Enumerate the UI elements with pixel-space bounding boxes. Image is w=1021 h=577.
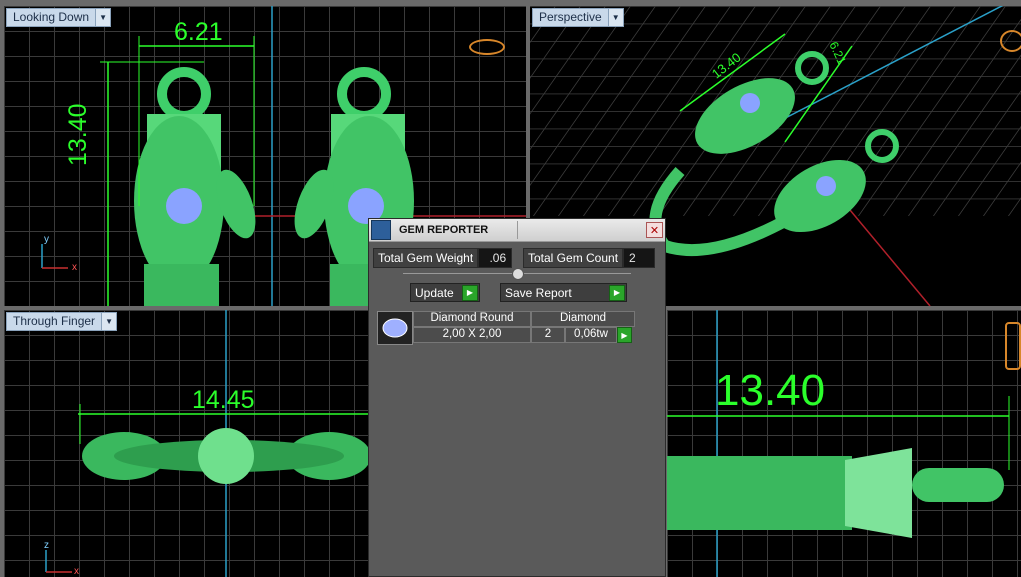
update-button[interactable]: Update ▶ — [410, 283, 480, 302]
through-finger-scene — [45, 310, 368, 577]
save-report-button-label: Save Report — [505, 285, 572, 300]
dimension-width-label: 6.21 — [174, 18, 223, 46]
side-scene — [667, 310, 1010, 577]
panel-titlebar[interactable]: GEM REPORTER ✕ — [369, 219, 665, 242]
gem-size-cell: 2,00 X 2,00 — [413, 327, 531, 343]
dropdown-arrow-icon[interactable]: ▼ — [101, 313, 117, 330]
gem-shape-cell: Diamond Round — [413, 311, 531, 327]
gem-reporter-icon — [371, 220, 391, 240]
diamond-thumbnail-icon[interactable] — [377, 311, 413, 345]
total-count-row: Total Gem Count 2 — [523, 248, 656, 268]
gem-row-expand-button[interactable]: ▶ — [617, 327, 633, 343]
axis-y-label: y — [44, 234, 49, 245]
diamond-thumbnail-graphic — [382, 318, 408, 338]
viewport-label-through-finger[interactable]: Through Finger ▼ — [6, 312, 118, 331]
dropdown-arrow-icon[interactable]: ▼ — [95, 9, 111, 26]
dropdown-arrow-icon[interactable]: ▼ — [607, 9, 623, 26]
ring-icon[interactable] — [1005, 322, 1021, 370]
viewport-through-finger[interactable]: 14.45 z x Through Finger ▼ — [4, 310, 368, 577]
titlebar-divider — [517, 221, 518, 239]
ring-icon[interactable] — [1000, 30, 1021, 52]
viewport-label-perspective[interactable]: Perspective ▼ — [532, 8, 624, 27]
total-count-value: 2 — [623, 248, 656, 268]
save-report-button[interactable]: Save Report ▶ — [500, 283, 627, 302]
play-icon: ▶ — [609, 284, 625, 301]
axis-z-label: z — [44, 540, 49, 551]
ring-icon[interactable] — [469, 39, 505, 55]
viewport-title: Perspective — [539, 10, 602, 24]
dimension-height-label: 13.40 — [64, 103, 92, 166]
axis-x-label: x — [72, 262, 77, 273]
close-icon[interactable]: ✕ — [646, 222, 663, 238]
update-button-label: Update — [415, 285, 454, 300]
viewport-title: Looking Down — [13, 10, 90, 24]
viewport-title: Through Finger — [13, 314, 96, 328]
total-count-label: Total Gem Count — [523, 248, 624, 268]
play-icon: ▶ — [617, 327, 632, 343]
gem-weight-cell: 0,06tw — [565, 327, 617, 343]
total-weight-value: .06 — [478, 248, 513, 268]
splitter-knob[interactable] — [512, 268, 524, 280]
viewport-side[interactable]: 13.40 — [667, 310, 1021, 577]
axis-x-label: x — [74, 566, 79, 577]
panel-title: GEM REPORTER — [399, 224, 489, 236]
total-weight-label: Total Gem Weight — [373, 248, 479, 268]
dimension-length-label: 13.40 — [715, 366, 826, 415]
gem-count-cell: 2 — [531, 327, 565, 343]
play-icon: ▶ — [462, 284, 478, 301]
dimension-width-label: 14.45 — [192, 386, 255, 414]
viewport-label-looking-down[interactable]: Looking Down ▼ — [6, 8, 112, 27]
total-weight-row: Total Gem Weight .06 — [373, 248, 513, 268]
gem-material-cell: Diamond — [531, 311, 635, 327]
gem-reporter-panel[interactable]: GEM REPORTER ✕ Total Gem Weight .06 Tota… — [368, 218, 666, 577]
